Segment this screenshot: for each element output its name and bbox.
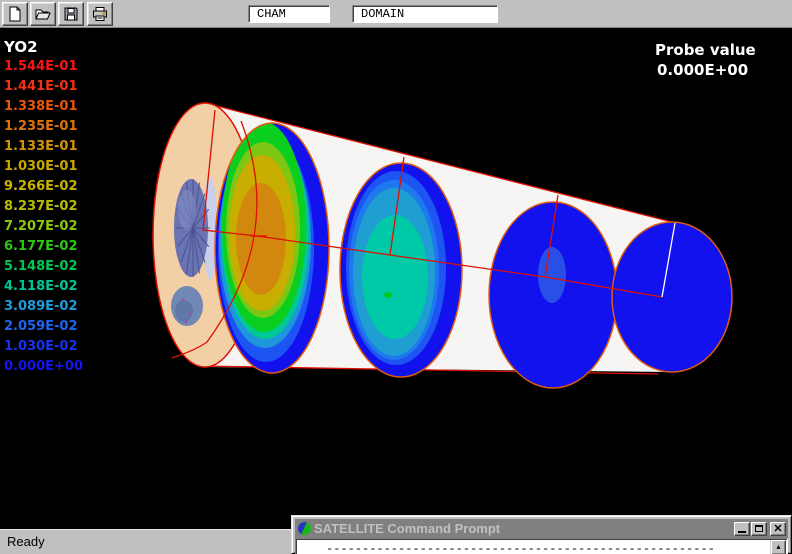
graphics-canvas: YO2 1.544E-011.441E-011.338E-011.235E-01…	[0, 28, 792, 529]
legend-entry: 3.089E-02	[4, 299, 83, 319]
domain-field[interactable]	[352, 5, 498, 23]
scrollbar[interactable]: ▲	[770, 540, 786, 554]
legend-entry: 5.148E-02	[4, 259, 83, 279]
probe-value: 0.000E+00	[655, 60, 756, 80]
legend-entries: 1.544E-011.441E-011.338E-011.235E-011.13…	[4, 59, 83, 379]
legend-entry: 9.266E-02	[4, 179, 83, 199]
minimize-icon	[738, 531, 746, 533]
scene-3d-view[interactable]	[0, 28, 792, 529]
legend-entry: 1.441E-01	[4, 79, 83, 99]
contour-disks	[153, 103, 732, 388]
scroll-up-button[interactable]: ▲	[771, 540, 786, 554]
legend-entry: 1.544E-01	[4, 59, 83, 79]
new-file-button[interactable]	[2, 2, 28, 26]
close-button[interactable]: ✕	[770, 522, 786, 536]
legend-entry: 1.235E-01	[4, 119, 83, 139]
legend-entry: 0.000E+00	[4, 359, 83, 379]
legend: YO2 1.544E-011.441E-011.338E-011.235E-01…	[4, 38, 83, 379]
separator-line: ----------------------------------------…	[326, 542, 715, 554]
satellite-titlebar[interactable]: SATELLITE Command Prompt ✕	[295, 519, 788, 538]
maximize-icon	[755, 525, 763, 532]
globe-icon	[298, 522, 311, 535]
legend-entry: 1.338E-01	[4, 99, 83, 119]
save-floppy-icon	[63, 6, 79, 22]
probe-readout: Probe value 0.000E+00	[655, 40, 756, 80]
cham-field[interactable]	[248, 5, 330, 23]
probe-label: Probe value	[655, 40, 756, 60]
maximize-button[interactable]	[751, 522, 767, 536]
legend-entry: 2.059E-02	[4, 319, 83, 339]
legend-entry: 4.118E-02	[4, 279, 83, 299]
toolbar	[0, 0, 792, 28]
satellite-command-window: SATELLITE Command Prompt ✕ -------------…	[291, 515, 792, 554]
application-window: YO2 1.544E-011.441E-011.338E-011.235E-01…	[0, 0, 792, 554]
satellite-title: SATELLITE Command Prompt	[314, 521, 733, 536]
legend-entry: 6.177E-02	[4, 239, 83, 259]
close-icon: ✕	[773, 524, 782, 534]
print-button[interactable]	[87, 2, 113, 26]
legend-entry: 1.030E-01	[4, 159, 83, 179]
legend-entry: 7.207E-02	[4, 219, 83, 239]
legend-entry: 1.133E-01	[4, 139, 83, 159]
new-document-icon	[7, 6, 23, 22]
open-folder-icon	[35, 6, 51, 22]
legend-entry: 1.030E-02	[4, 339, 83, 359]
command-prompt-output[interactable]: ----------------------------------------…	[295, 538, 788, 554]
contour-plane-2	[340, 163, 462, 377]
print-icon	[92, 6, 108, 22]
minimize-button[interactable]	[734, 522, 750, 536]
open-file-button[interactable]	[30, 2, 56, 26]
legend-entry: 8.237E-02	[4, 199, 83, 219]
save-button[interactable]	[58, 2, 84, 26]
legend-title: YO2	[4, 38, 83, 56]
